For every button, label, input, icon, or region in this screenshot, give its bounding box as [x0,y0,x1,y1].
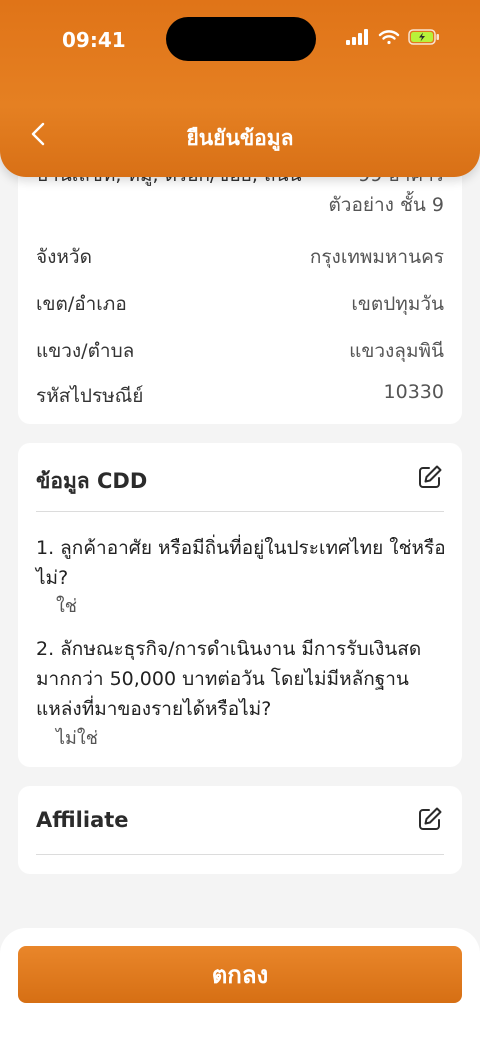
postcode-value: 10330 [383,381,444,403]
affiliate-edit-button[interactable] [416,805,444,833]
cdd-divider [36,511,444,512]
subdistrict-row: แขวง/ตำบล แขวงลุมพินี [36,336,444,366]
status-icons [346,29,440,45]
status-time: 09:41 [62,28,126,52]
province-row: จังหวัด กรุงเทพมหานคร [36,242,444,272]
cdd-answer-2: ไม่ใช่ [56,728,98,749]
province-label: จังหวัด [36,246,92,268]
affiliate-card: Affiliate [18,786,462,874]
battery-icon [408,29,439,45]
bottom-bar: ตกลง [0,928,480,1044]
cdd-answer-1: ใช่ [56,596,78,617]
subdistrict-value: แขวงลุมพินี [349,340,444,362]
wifi-icon [378,30,400,45]
subdistrict-label: แขวง/ตำบล [36,340,135,362]
district-value: เขตปทุมวัน [351,293,444,315]
cdd-card: ข้อมูล CDD 1. ลูกค้าอาศัย หรือมีถิ่นที่อ… [18,443,462,767]
page-title: ยืนยันข้อมูล [186,126,294,150]
district-label: เขต/อำเภอ [36,293,127,315]
province-value: กรุงเทพมหานคร [309,246,444,268]
cdd-edit-button[interactable] [416,463,444,491]
affiliate-title: Affiliate [36,808,129,832]
district-row: เขต/อำเภอ เขตปทุมวัน [36,289,444,319]
cdd-question-1: 1. ลูกค้าอาศัย หรือมีถิ่นที่อยู่ในประเทศ… [36,537,446,589]
app-header: 09:41 ยืนยันข้อมูล [0,0,480,177]
cdd-question-2: 2. ลักษณะธุรกิจ/การดำเนินงาน มีการรับเงิ… [36,638,422,720]
postcode-row: รหัสไปรษณีย์ 10330 [36,381,444,411]
edit-icon [419,465,442,488]
signal-icon [346,29,368,45]
cdd-title: ข้อมูล CDD [36,469,148,493]
postcode-label: รหัสไปรษณีย์ [36,385,144,407]
address-value-line2: ตัวอย่าง ชั้น 9 [328,194,444,216]
affiliate-divider [36,854,444,855]
dynamic-island [166,17,316,61]
confirm-button[interactable]: ตกลง [18,946,462,1003]
edit-icon [419,807,442,830]
